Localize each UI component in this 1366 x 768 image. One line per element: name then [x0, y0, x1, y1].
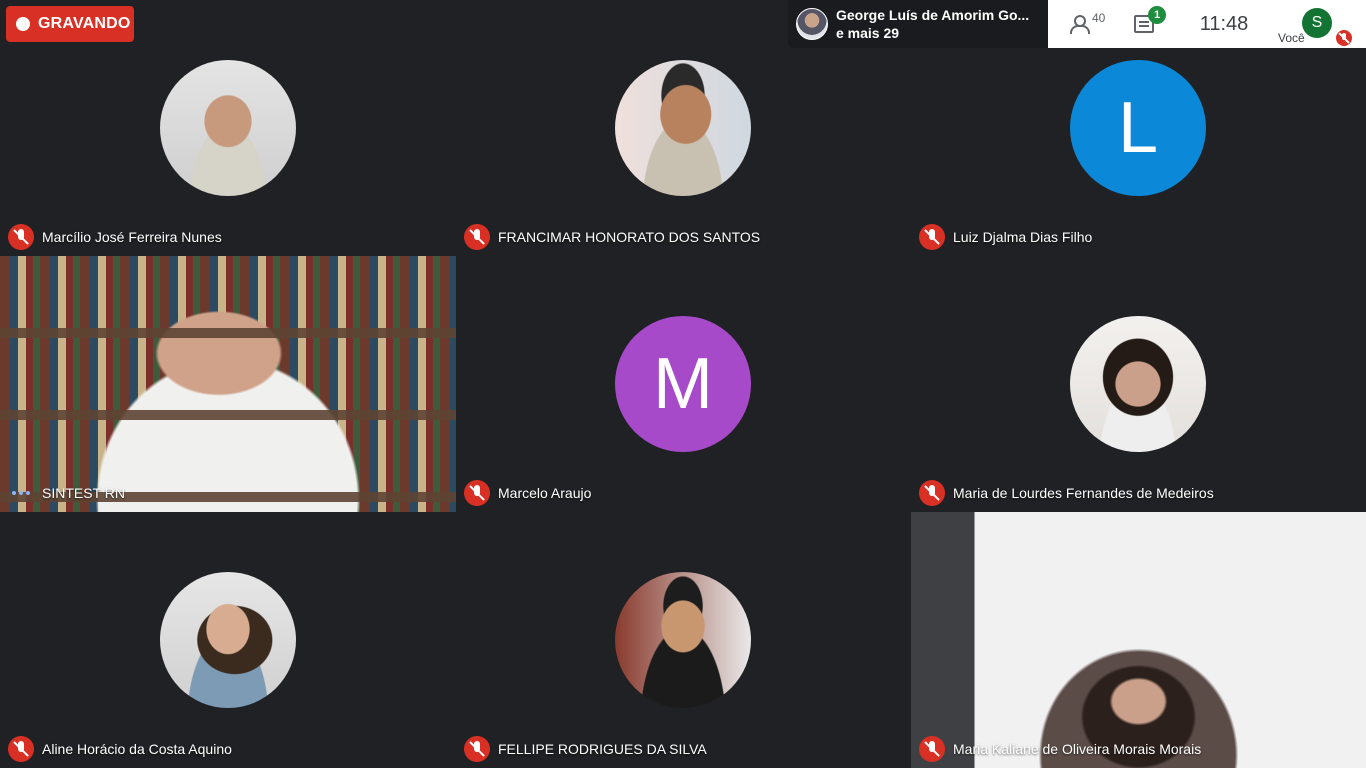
letter-avatar: M: [615, 316, 751, 452]
name-row: Aline Horácio da Costa Aquino: [8, 736, 232, 762]
participant-name: FRANCIMAR HONORATO DOS SANTOS: [498, 229, 761, 245]
record-dot-icon: [16, 17, 30, 31]
mic-off-icon: [8, 224, 34, 250]
self-avatar: S: [1302, 8, 1332, 38]
mic-off-icon: [919, 736, 945, 762]
participant-name: FELLIPE RODRIGUES DA SILVA: [498, 741, 707, 757]
participant-name: Marcílio José Ferreira Nunes: [42, 229, 222, 245]
participant-tile[interactable]: M Marcelo Araujo: [456, 256, 911, 512]
bookshelf-background: [0, 256, 456, 512]
self-mic-off-icon: [1336, 30, 1352, 46]
participant-tile[interactable]: FELLIPE RODRIGUES DA SILVA: [456, 512, 911, 768]
mic-off-icon: [464, 480, 490, 506]
recording-badge[interactable]: GRAVANDO: [6, 6, 134, 42]
mic-off-icon: [464, 736, 490, 762]
mic-off-icon: [464, 224, 490, 250]
presenter-text: George Luís de Amorim Go... e mais 29: [836, 6, 1036, 42]
name-row: SINTEST RN: [8, 480, 125, 506]
name-row: Maria Kaliane de Oliveira Morais Morais: [919, 736, 1201, 762]
participant-name: Maria de Lourdes Fernandes de Medeiros: [953, 485, 1214, 501]
participant-photo: [160, 572, 296, 708]
participants-count: 40: [1092, 11, 1106, 25]
participant-name: Aline Horácio da Costa Aquino: [42, 741, 232, 757]
people-icon: [1069, 15, 1093, 34]
recording-label: GRAVANDO: [38, 15, 131, 32]
participant-video-tile[interactable]: Maria Kaliane de Oliveira Morais Morais: [911, 512, 1366, 768]
name-row: FRANCIMAR HONORATO DOS SANTOS: [464, 224, 760, 250]
participant-tile[interactable]: Maria de Lourdes Fernandes de Medeiros: [911, 256, 1366, 512]
self-view[interactable]: S Você: [1274, 0, 1366, 48]
participant-photo: [160, 60, 296, 196]
chat-badge: 1: [1148, 6, 1166, 24]
mic-off-icon: [919, 480, 945, 506]
presenter-name: George Luís de Amorim Go...: [836, 7, 1030, 23]
mic-off-icon: [8, 736, 34, 762]
mic-off-icon: [919, 224, 945, 250]
participants-button[interactable]: 40: [1048, 0, 1114, 48]
name-row: Luiz Djalma Dias Filho: [919, 224, 1092, 250]
presenter-avatar: [796, 8, 828, 40]
name-row: Marcelo Araujo: [464, 480, 591, 506]
participant-name: Luiz Djalma Dias Filho: [953, 229, 1093, 245]
self-label: Você: [1278, 31, 1305, 45]
chat-button[interactable]: 1: [1114, 0, 1174, 48]
participant-photo: [615, 60, 751, 196]
name-row: Maria de Lourdes Fernandes de Medeiros: [919, 480, 1214, 506]
presenter-bar[interactable]: George Luís de Amorim Go... e mais 29: [788, 0, 1048, 48]
top-controls: 40 1 11:48 S Você: [1048, 0, 1366, 48]
participant-tile[interactable]: Aline Horácio da Costa Aquino: [0, 512, 455, 768]
presenter-more-count: e mais 29: [836, 25, 900, 41]
participant-name: Maria Kaliane de Oliveira Morais Morais: [953, 741, 1202, 757]
participant-video-tile[interactable]: SINTEST RN: [0, 256, 456, 512]
letter-avatar: L: [1070, 60, 1206, 196]
speaking-indicator-icon: [8, 480, 34, 506]
name-row: FELLIPE RODRIGUES DA SILVA: [464, 736, 707, 762]
participant-name: Marcelo Araujo: [498, 485, 592, 501]
name-row: Marcílio José Ferreira Nunes: [8, 224, 222, 250]
participant-name: SINTEST RN: [42, 485, 125, 501]
participant-photo: [615, 572, 751, 708]
meeting-clock: 11:48: [1199, 12, 1249, 35]
participant-photo: [1070, 316, 1206, 452]
meeting-stage: GRAVANDO George Luís de Amorim Go... e m…: [0, 0, 1366, 768]
